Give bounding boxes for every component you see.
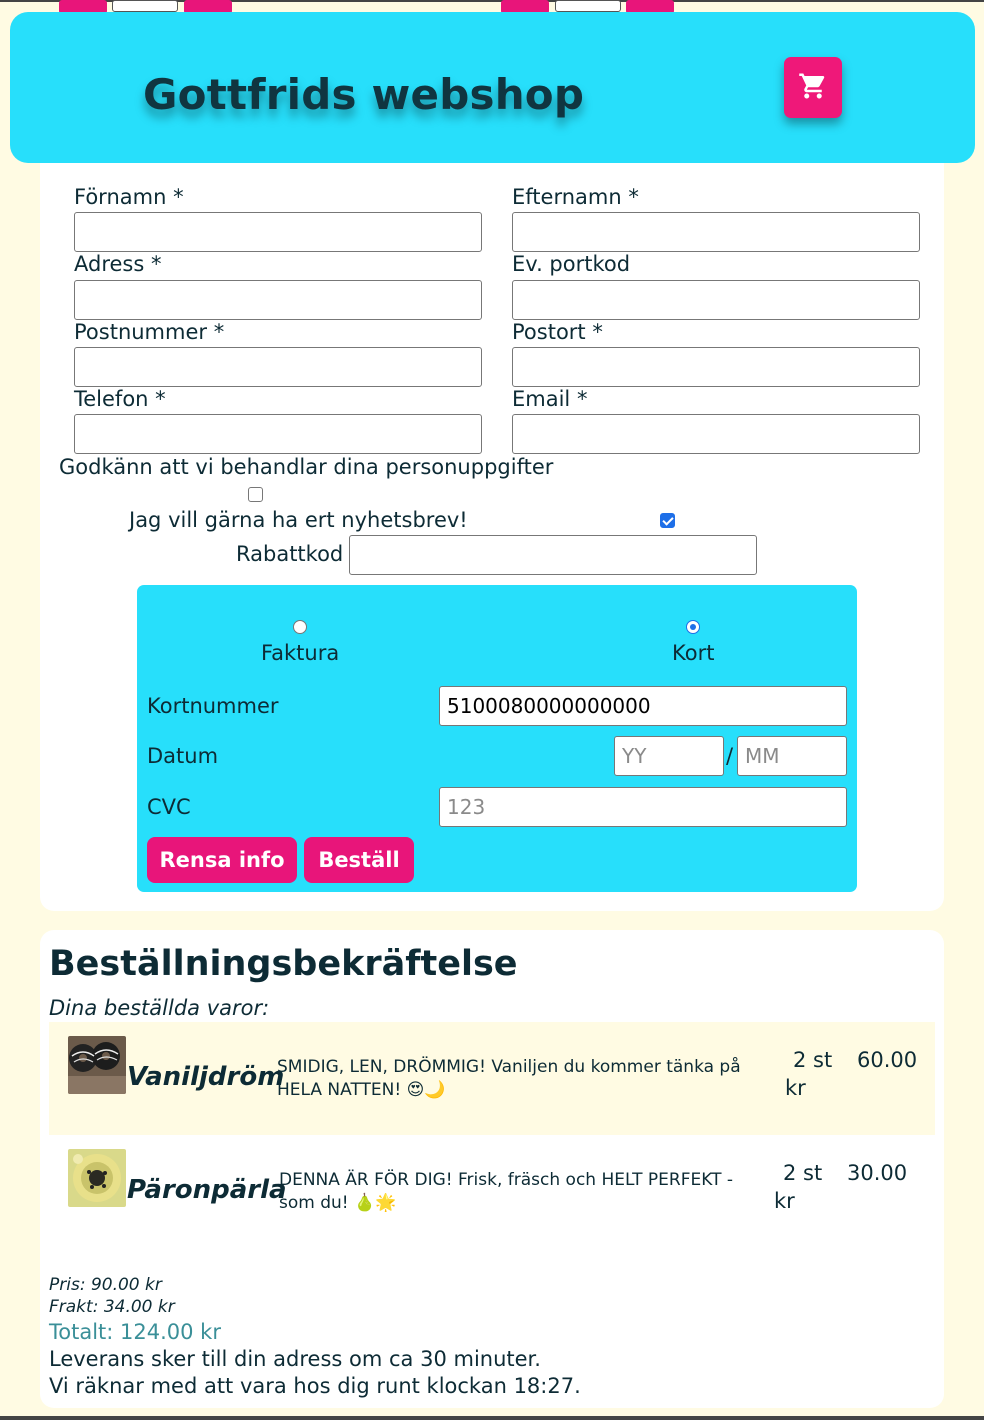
consent-label: Godkänn att vi behandlar dina personuppg… [59,455,554,479]
postal-code-label: Postnummer * [74,320,225,344]
item-quantity: 2 st [783,1161,823,1185]
product-image-vaniljdrom [68,1036,126,1094]
address-field[interactable] [74,280,482,320]
discount-code-field[interactable] [349,535,757,575]
newsletter-label: Jag vill gärna ha ert nyhetsbrev! [129,508,468,532]
subtotal-line: Pris: 90.00 kr [49,1275,162,1295]
cart-button[interactable] [784,57,842,118]
phone-field[interactable] [74,414,482,454]
card-radio[interactable] [686,620,700,634]
ordered-items-heading: Dina beställda varor: [49,996,270,1020]
order-confirmation: Beställningsbekräftelse Dina beställda v… [40,930,944,1408]
item-currency: kr [774,1189,795,1213]
city-label: Postort * [512,320,603,344]
card-number-label: Kortnummer [147,694,279,718]
total-line: Totalt: 124.00 kr [49,1320,221,1344]
consent-checkbox[interactable] [248,487,263,502]
invoice-radio[interactable] [293,620,307,634]
bottom-border [0,1416,984,1420]
invoice-label: Faktura [261,641,340,665]
eta-info: Vi räknar med att vara hos dig runt kloc… [49,1374,581,1398]
email-label: Email * [512,387,588,411]
last-name-field[interactable] [512,212,920,252]
first-name-field[interactable] [74,212,482,252]
payment-section: Faktura Kort Kortnummer Datum / CVC Rens… [137,585,857,892]
cvc-field[interactable] [439,787,847,827]
confirmation-title: Beställningsbekräftelse [49,944,518,984]
product-name: Vaniljdröm [127,1062,285,1092]
card-number-field[interactable] [439,686,847,726]
order-item: Päronpärla DENNA ÄR FÖR DIG! Frisk, fräs… [49,1135,935,1248]
expiry-month-field[interactable] [737,736,847,776]
newsletter-checkbox[interactable] [660,513,675,528]
delivery-info: Leverans sker till din adress om ca 30 m… [49,1347,541,1371]
shopping-cart-icon [798,71,828,105]
quantity-field-peek [112,0,178,12]
product-image-paronparla [68,1149,126,1207]
email-field[interactable] [512,414,920,454]
shipping-line: Frakt: 34.00 kr [49,1297,175,1317]
item-price: 60.00 [857,1048,918,1072]
city-field[interactable] [512,347,920,387]
site-title: Gottfrids webshop [143,70,585,119]
item-quantity: 2 st [793,1048,833,1072]
quantity-field-peek [555,0,621,12]
product-description: SMIDIG, LEN, DRÖMMIG! Vaniljen du kommer… [277,1057,741,1100]
site-header: Gottfrids webshop [10,12,975,163]
product-name: Päronpärla [127,1175,287,1205]
date-separator: / [726,744,734,768]
product-description: DENNA ÄR FÖR DIG! Frisk, fräsch och HELT… [279,1170,733,1213]
card-label: Kort [672,641,715,665]
first-name-label: Förnamn * [74,185,184,209]
postal-code-field[interactable] [74,347,482,387]
order-button[interactable]: Beställ [304,837,414,883]
order-item: Vaniljdröm SMIDIG, LEN, DRÖMMIG! Vanilje… [49,1022,935,1135]
last-name-label: Efternamn * [512,185,639,209]
clear-info-button[interactable]: Rensa info [147,837,297,883]
discount-code-label: Rabattkod [236,542,344,566]
cvc-label: CVC [147,795,191,819]
phone-label: Telefon * [74,387,166,411]
item-price: 30.00 [847,1161,908,1185]
expiry-year-field[interactable] [614,736,724,776]
date-label: Datum [147,744,219,768]
door-code-field[interactable] [512,280,920,320]
door-code-label: Ev. portkod [512,252,631,276]
item-currency: kr [785,1076,806,1100]
address-label: Adress * [74,252,162,276]
